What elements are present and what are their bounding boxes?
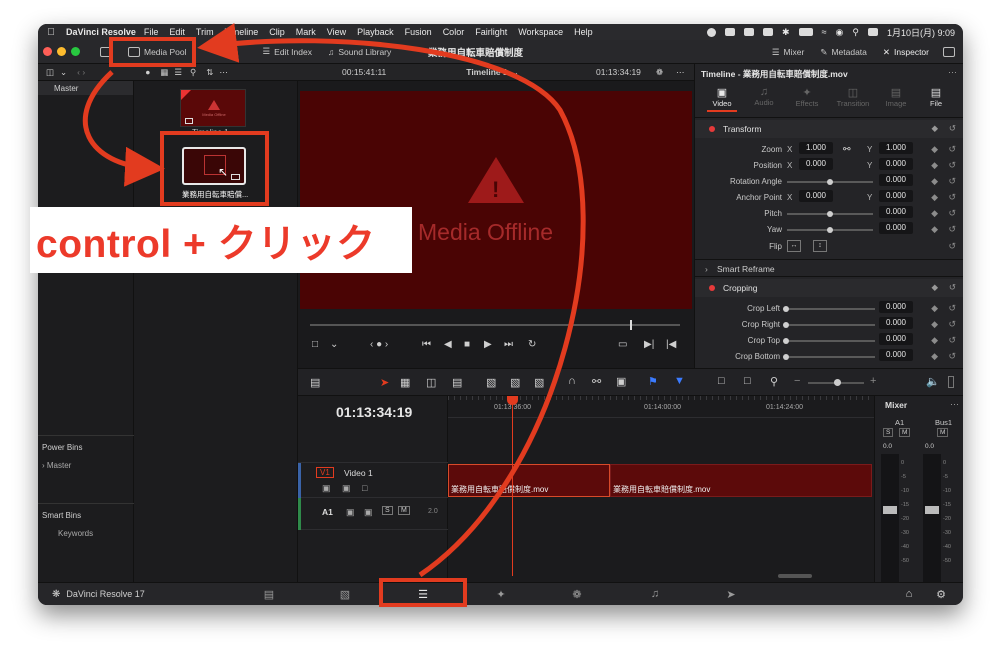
instruction-callout: control + クリック (30, 207, 412, 273)
arrow-to-clip (82, 70, 165, 187)
callout-text: control + クリック (36, 223, 376, 266)
annotation-arrows (82, 23, 586, 578)
arrow-to-media-pool (197, 23, 586, 578)
